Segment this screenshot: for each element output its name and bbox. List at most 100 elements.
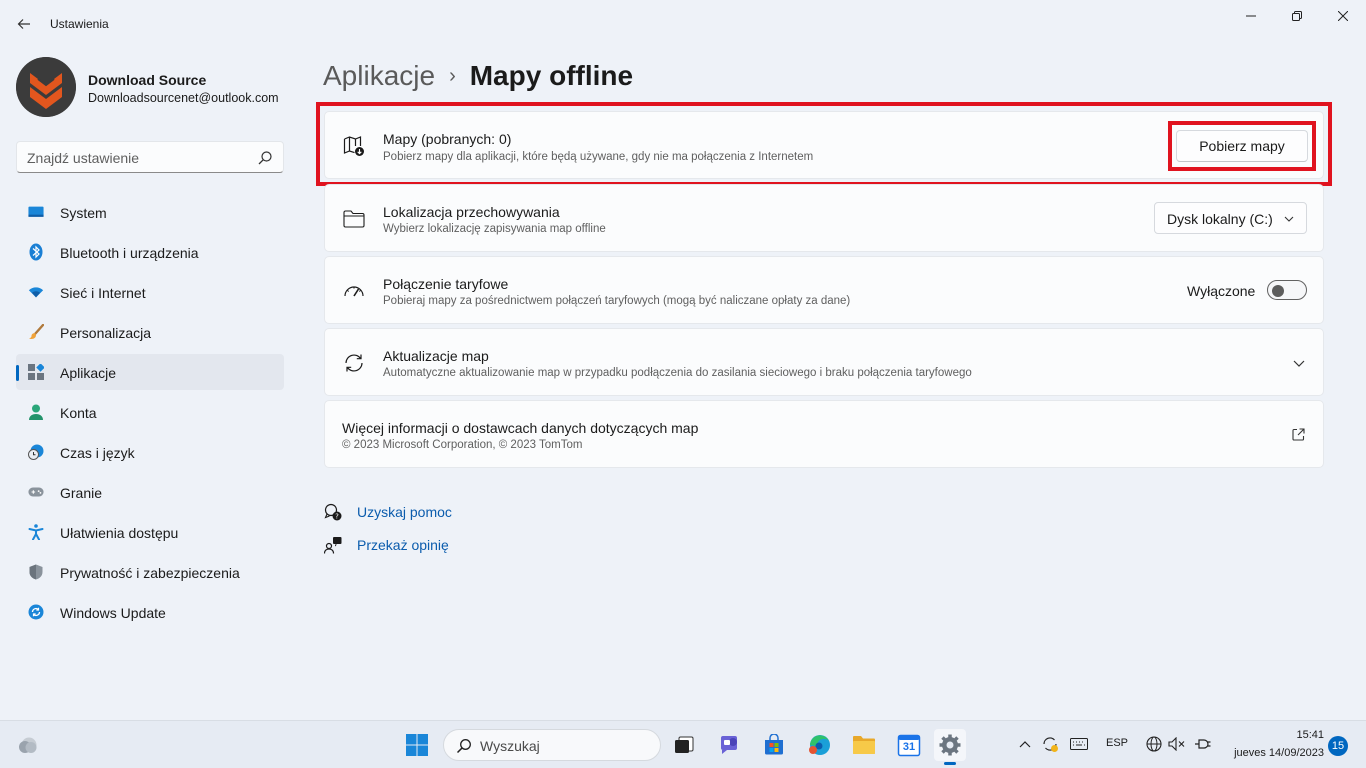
sidebar-item-accessibility[interactable]: Ułatwienia dostępu xyxy=(16,514,284,550)
metered-title: Połączenie taryfowe xyxy=(383,276,509,292)
weather-widget[interactable] xyxy=(12,729,44,761)
clock-globe-icon xyxy=(28,444,44,460)
calendar-app-button[interactable]: 31 xyxy=(893,729,925,761)
dropdown-value: Dysk lokalny (C:) xyxy=(1167,211,1273,227)
volume-tray[interactable] xyxy=(1168,735,1186,753)
metered-toggle[interactable] xyxy=(1267,280,1307,300)
metered-connection-card: Połączenie taryfowe Pobieraj mapy za poś… xyxy=(324,256,1324,324)
edge-browser-button[interactable] xyxy=(803,729,835,761)
power-plug-icon xyxy=(1195,739,1211,749)
notification-badge[interactable]: 15 xyxy=(1328,736,1348,756)
task-view-button[interactable] xyxy=(668,729,700,761)
sidebar-item-label: Czas i język xyxy=(60,445,135,461)
sidebar-item-time-language[interactable]: Czas i język xyxy=(16,434,284,470)
metered-subtitle: Pobieraj mapy za pośrednictwem połączeń … xyxy=(383,295,851,307)
sidebar-item-label: Bluetooth i urządzenia xyxy=(60,245,199,261)
download-button-highlight xyxy=(1168,121,1316,171)
sidebar-nav: System Bluetooth i urządzenia Sieć i Int… xyxy=(16,194,284,634)
breadcrumb-parent-link[interactable]: Aplikacje xyxy=(323,60,435,92)
sidebar-item-label: Prywatność i zabezpieczenia xyxy=(60,565,240,581)
profile-name: Download Source xyxy=(88,72,207,88)
settings-search[interactable] xyxy=(16,141,284,173)
minimize-button[interactable] xyxy=(1228,0,1274,32)
maximize-button[interactable] xyxy=(1274,0,1320,32)
task-view-icon xyxy=(675,736,694,753)
providers-copyright: © 2023 Microsoft Corporation, © 2023 Tom… xyxy=(342,439,583,451)
storage-subtitle: Wybierz lokalizację zapisywania map offl… xyxy=(383,223,606,235)
update-icon xyxy=(28,604,44,620)
sync-warning-icon xyxy=(1043,737,1058,752)
get-help-label: Uzyskaj pomoc xyxy=(357,504,452,520)
sidebar-item-label: System xyxy=(60,205,107,221)
providers-title: Więcej informacji o dostawcach danych do… xyxy=(342,420,699,436)
sidebar-item-label: Konta xyxy=(60,405,97,421)
microsoft-store-button[interactable] xyxy=(758,729,790,761)
help-chat-icon: ? xyxy=(323,502,343,522)
sidebar-item-personalization[interactable]: Personalizacja xyxy=(16,314,284,350)
calendar-day-label: 31 xyxy=(902,741,916,753)
restore-icon xyxy=(1292,11,1302,21)
sync-icon xyxy=(343,352,365,374)
svg-text:?: ? xyxy=(335,513,339,521)
sidebar-item-accounts[interactable]: Konta xyxy=(16,394,284,430)
chevron-up-icon xyxy=(1019,741,1031,748)
window-title: Ustawienia xyxy=(50,17,109,31)
chevron-down-icon[interactable] xyxy=(1293,358,1305,368)
map-updates-card[interactable]: Aktualizacje map Automatyczne aktualizow… xyxy=(324,328,1324,396)
search-input[interactable] xyxy=(27,148,247,168)
close-icon xyxy=(1338,11,1348,21)
sidebar-item-label: Aplikacje xyxy=(60,365,117,381)
chevron-down-icon xyxy=(1284,216,1294,222)
back-button[interactable] xyxy=(8,8,40,40)
give-feedback-label: Przekaż opinię xyxy=(357,537,449,553)
system-icon xyxy=(28,204,44,220)
input-language[interactable]: ESP xyxy=(1106,737,1128,749)
map-providers-info-card[interactable]: Więcej informacji o dostawcach danych do… xyxy=(324,400,1324,468)
apps-icon xyxy=(28,364,44,380)
windows-logo-icon xyxy=(406,734,428,756)
sidebar-item-bluetooth[interactable]: Bluetooth i urządzenia xyxy=(16,234,284,270)
sidebar-item-privacy[interactable]: Prywatność i zabezpieczenia xyxy=(16,554,284,590)
user-profile[interactable]: Download Source Downloadsourcenet@outloo… xyxy=(16,57,286,117)
updates-subtitle: Automatyczne aktualizowanie map w przypa… xyxy=(383,367,972,379)
search-icon xyxy=(456,739,471,754)
sidebar-item-gaming[interactable]: Granie xyxy=(16,474,284,510)
teams-chat-button[interactable] xyxy=(713,729,745,761)
sidebar-item-apps[interactable]: Aplikacje xyxy=(16,354,284,390)
gamepad-icon xyxy=(28,484,44,500)
close-button[interactable] xyxy=(1320,0,1366,32)
storage-location-dropdown[interactable]: Dysk lokalny (C:) xyxy=(1154,202,1307,234)
external-link-icon[interactable] xyxy=(1292,428,1305,441)
folder-icon xyxy=(343,208,365,230)
settings-app-button[interactable] xyxy=(934,729,966,765)
taskbar-search[interactable]: Wyszukaj xyxy=(443,729,661,761)
brush-icon xyxy=(28,324,44,340)
arrow-left-icon xyxy=(17,19,30,29)
clock-date[interactable]: jueves 14/09/2023 xyxy=(1224,747,1324,759)
sidebar-item-label: Windows Update xyxy=(60,605,166,621)
network-tray[interactable] xyxy=(1145,735,1163,753)
show-hidden-icons-button[interactable] xyxy=(1016,735,1034,753)
store-icon xyxy=(765,734,783,755)
breadcrumb-separator: › xyxy=(449,64,456,87)
give-feedback-link[interactable]: Przekaż opinię xyxy=(323,535,449,555)
edge-icon xyxy=(809,735,830,755)
sidebar-item-system[interactable]: System xyxy=(16,194,284,230)
toggle-knob xyxy=(1272,285,1284,297)
speedometer-icon xyxy=(343,280,365,302)
sidebar-item-network[interactable]: Sieć i Internet xyxy=(16,274,284,310)
speaker-muted-icon xyxy=(1168,737,1185,751)
person-icon xyxy=(28,404,44,420)
file-explorer-button[interactable] xyxy=(848,729,880,761)
get-help-link[interactable]: ? Uzyskaj pomoc xyxy=(323,502,452,522)
battery-tray[interactable] xyxy=(1194,735,1212,753)
breadcrumb: Aplikacje › Mapy offline xyxy=(323,58,633,94)
wifi-icon xyxy=(28,284,44,300)
start-button[interactable] xyxy=(401,729,433,761)
title-bar: Ustawienia xyxy=(0,0,1366,48)
clock-time[interactable]: 15:41 xyxy=(1244,729,1324,741)
keyboard-tray[interactable] xyxy=(1070,735,1088,753)
sidebar-item-windows-update[interactable]: Windows Update xyxy=(16,594,284,630)
accessibility-icon xyxy=(28,524,44,540)
sync-status-tray[interactable] xyxy=(1041,735,1059,753)
